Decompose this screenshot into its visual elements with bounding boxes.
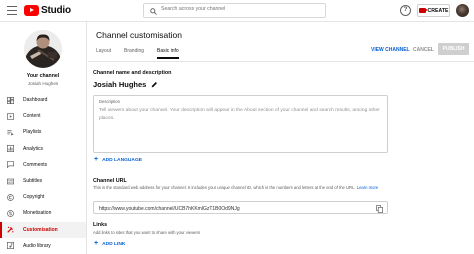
create-label: CREATE bbox=[427, 7, 449, 14]
search-bar[interactable] bbox=[143, 3, 326, 18]
customisation-icon bbox=[7, 226, 14, 233]
subtitles-icon bbox=[7, 178, 14, 184]
sidebar-item-label: Monetisation bbox=[23, 210, 52, 217]
tabs-divider bbox=[88, 61, 474, 62]
monetisation-icon bbox=[7, 210, 14, 217]
plus-icon: + bbox=[94, 156, 99, 163]
add-link-button[interactable]: + ADD LINK bbox=[94, 240, 126, 247]
main-content: Channel customisation Layout Branding Ba… bbox=[88, 22, 474, 254]
search-icon bbox=[150, 7, 157, 15]
channel-url-field[interactable]: https://www.youtube.com/channel/UCB7hKKm… bbox=[93, 201, 388, 214]
sidebar-item-dashboard[interactable]: Dashboard bbox=[0, 92, 86, 108]
top-bar: Studio ? CREATE bbox=[0, 0, 474, 22]
sidebar-item-label: Customisation bbox=[23, 226, 58, 233]
menu-icon[interactable] bbox=[7, 6, 17, 15]
tab-layout[interactable]: Layout bbox=[96, 48, 111, 59]
sidebar-item-copyright[interactable]: Copyright bbox=[0, 189, 86, 205]
search-input[interactable] bbox=[161, 6, 321, 12]
publish-button[interactable]: PUBLISH bbox=[438, 43, 469, 55]
sidebar: Your channel Josiah Hughes Dashboard Con… bbox=[0, 22, 87, 254]
help-icon[interactable]: ? bbox=[400, 5, 411, 16]
sidebar-item-label: Audio library bbox=[23, 242, 51, 249]
sidebar-item-monetisation[interactable]: Monetisation bbox=[0, 205, 86, 221]
content-icon bbox=[7, 113, 14, 120]
links-helper: Add links to sites that you want to shar… bbox=[93, 230, 201, 235]
add-language-button[interactable]: + ADD LANGUAGE bbox=[94, 156, 143, 163]
your-channel-label: Your channel bbox=[26, 73, 60, 79]
channel-avatar[interactable] bbox=[24, 30, 62, 68]
channel-name-row: Josiah Hughes bbox=[93, 80, 158, 89]
playlists-icon bbox=[7, 130, 14, 136]
edit-pencil-icon[interactable] bbox=[151, 81, 158, 88]
channel-url-value: https://www.youtube.com/channel/UCB7hKKm… bbox=[99, 205, 240, 212]
sidebar-item-label: Playlists bbox=[23, 129, 42, 136]
sidebar-item-subtitles[interactable]: Subtitles bbox=[0, 173, 86, 189]
add-language-label: ADD LANGUAGE bbox=[102, 157, 143, 163]
description-field[interactable]: Description Tell viewers about your chan… bbox=[93, 95, 388, 153]
tab-basic-info[interactable]: Basic info bbox=[157, 48, 179, 59]
plus-icon: + bbox=[94, 240, 99, 247]
description-label: Description bbox=[99, 99, 120, 104]
dashboard-icon bbox=[7, 96, 14, 104]
audio-library-icon bbox=[7, 242, 14, 250]
copy-icon[interactable] bbox=[376, 204, 383, 213]
sidebar-nav: Dashboard Content Playlists Analytics Co… bbox=[0, 92, 86, 254]
sidebar-item-playlists[interactable]: Playlists bbox=[0, 124, 86, 140]
sidebar-item-label: Analytics bbox=[23, 145, 44, 152]
comments-icon bbox=[7, 161, 14, 169]
channel-name: Josiah Hughes bbox=[93, 80, 147, 89]
customisation-tabs: Layout Branding Basic info bbox=[96, 48, 192, 59]
sidebar-item-comments[interactable]: Comments bbox=[0, 157, 86, 173]
tab-branding[interactable]: Branding bbox=[124, 48, 144, 59]
sidebar-item-audio-library[interactable]: Audio library bbox=[0, 238, 86, 254]
account-avatar[interactable] bbox=[456, 4, 469, 17]
channel-url-heading: Channel URL bbox=[93, 178, 127, 184]
analytics-icon bbox=[7, 145, 14, 153]
sidebar-item-label: Copyright bbox=[23, 194, 45, 201]
sidebar-item-label: Subtitles bbox=[23, 178, 43, 185]
learn-more-link[interactable]: Learn more bbox=[357, 185, 378, 190]
copyright-icon bbox=[7, 193, 14, 201]
sidebar-channel-name: Josiah Hughes bbox=[27, 81, 59, 86]
channel-avatar-image bbox=[24, 30, 62, 68]
video-camera-icon bbox=[418, 8, 429, 13]
add-link-label: ADD LINK bbox=[102, 241, 126, 247]
channel-url-helper: This is the standard web address for you… bbox=[93, 185, 393, 190]
cancel-button[interactable]: CANCEL bbox=[413, 47, 434, 53]
links-heading: Links bbox=[93, 222, 108, 228]
youtube-play-icon bbox=[24, 5, 39, 16]
logo-text: Studio bbox=[41, 5, 71, 16]
sidebar-item-label: Comments bbox=[23, 161, 48, 168]
name-description-heading: Channel name and description bbox=[93, 70, 172, 76]
sidebar-item-customisation[interactable]: Customisation bbox=[0, 221, 86, 238]
view-channel-button[interactable]: VIEW CHANNEL bbox=[371, 47, 410, 53]
sidebar-item-label: Content bbox=[23, 113, 41, 120]
studio-logo[interactable]: Studio bbox=[24, 5, 71, 16]
sidebar-item-content[interactable]: Content bbox=[0, 108, 86, 124]
page-title: Channel customisation bbox=[96, 30, 182, 40]
sidebar-item-label: Dashboard bbox=[23, 97, 48, 104]
create-button[interactable]: CREATE bbox=[417, 4, 450, 17]
description-placeholder: Tell viewers about your channel. Your de… bbox=[99, 108, 380, 121]
sidebar-item-analytics[interactable]: Analytics bbox=[0, 141, 86, 157]
channel-url-helper-text: This is the standard web address for you… bbox=[93, 185, 356, 190]
